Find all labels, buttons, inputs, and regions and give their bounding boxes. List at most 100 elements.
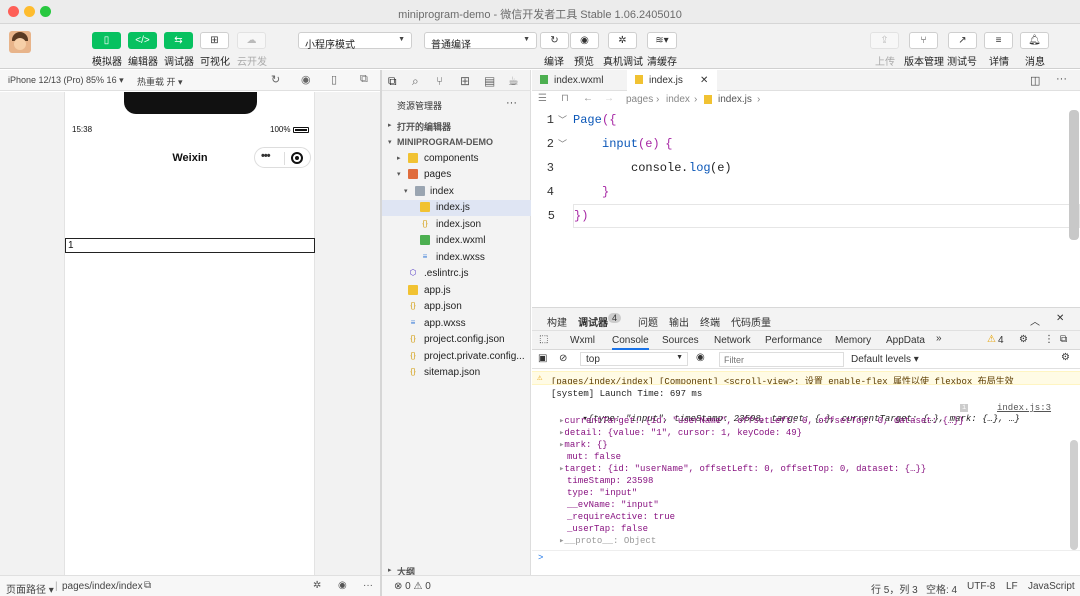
cursor-position[interactable]: 行 5，列 3 (871, 581, 918, 596)
close-panel-icon[interactable]: ✕ (1056, 313, 1064, 324)
source-link[interactable]: index.js:3 (997, 403, 1051, 413)
copy-icon[interactable]: ⧉ (144, 580, 151, 591)
breadcrumb-pages[interactable]: pages (626, 94, 653, 105)
context-select[interactable]: top ▼ (580, 352, 688, 366)
version-button[interactable]: ⑂ (909, 32, 938, 49)
inspect-icon[interactable]: ⬚ (539, 334, 548, 345)
tree-item-app-wxss[interactable]: ≡ app.wxss (382, 316, 531, 332)
eye-icon[interactable]: ◉ (696, 352, 705, 363)
popout-icon[interactable]: ⧉ (360, 73, 368, 86)
reload-icon[interactable]: ↻ (271, 73, 280, 86)
tree-item-app-js[interactable]: app.js (382, 283, 531, 299)
tree-item-pages[interactable]: ▾ pages (382, 167, 531, 183)
tab-debugger[interactable]: 调试器 (578, 314, 608, 329)
simulator-toggle-button[interactable]: ▯ (92, 32, 121, 49)
tree-item-index-wxml[interactable]: index.wxml (382, 233, 531, 249)
cloud-dev-button[interactable]: ☁ (237, 32, 266, 49)
split-editor-icon[interactable]: ◫ (1030, 74, 1040, 87)
tree-item-index-wxss[interactable]: ≡ index.wxss (382, 250, 531, 266)
console-prompt[interactable]: > (538, 553, 543, 563)
tree-item-index-folder[interactable]: ▾ index (382, 184, 531, 200)
devtab-sources[interactable]: Sources (662, 335, 699, 346)
breadcrumb-index[interactable]: index (666, 94, 690, 105)
collapse-panel-icon[interactable]: ︿ (1030, 313, 1040, 328)
more-icon[interactable]: ··· (363, 580, 373, 591)
menu-capsule[interactable]: ••• (254, 147, 311, 168)
close-miniprogram-icon[interactable] (291, 152, 303, 164)
search-icon[interactable]: ⌕ (412, 74, 419, 89)
extensions-icon[interactable]: ⊞ (460, 74, 470, 88)
prop-row[interactable]: ▸__proto__: Object (559, 536, 656, 546)
avatar[interactable] (9, 31, 31, 53)
kebab-icon[interactable]: ⋮ (1044, 334, 1054, 345)
prop-row[interactable]: ▸target: {id: "userName", offsetLeft: 0,… (559, 464, 926, 474)
device-select[interactable]: iPhone 12/13 (Pro) 85% 16 ▾ (8, 75, 124, 86)
username-input[interactable] (65, 238, 315, 253)
console-settings-icon[interactable]: ⚙ (1061, 352, 1070, 363)
forward-icon[interactable]: → (604, 93, 614, 104)
prop-row[interactable]: ▸currentTarget: {id: "userName", offsetL… (559, 416, 964, 426)
encoding-setting[interactable]: UTF-8 (967, 581, 995, 592)
tea-icon[interactable]: ☕︎ (508, 74, 519, 88)
editor-toggle-button[interactable]: </> (128, 32, 157, 49)
panel-icon[interactable]: ▤ (484, 74, 495, 88)
bug-icon[interactable]: ✲ (313, 580, 321, 591)
compile-button[interactable]: ↻ (540, 32, 569, 49)
language-mode[interactable]: JavaScript (1028, 581, 1075, 592)
tree-item-app-json[interactable]: {} app.json (382, 299, 531, 315)
close-icon[interactable]: ✕ (700, 75, 708, 86)
tree-item-sitemap[interactable]: {} sitemap.json (382, 365, 531, 381)
tree-item-project-config[interactable]: {} project.config.json (382, 332, 531, 348)
tree-item-index-json[interactable]: {} index.json (382, 217, 531, 233)
bookmark-icon[interactable]: ⊓ (561, 93, 569, 104)
eol-setting[interactable]: LF (1006, 581, 1018, 592)
console-output[interactable]: ⚠ [pages/index/index] [Component] <scrol… (532, 370, 1080, 576)
upload-button[interactable]: ⇪ (870, 32, 899, 49)
test-account-button[interactable]: ↗ (948, 32, 977, 49)
clear-console-icon[interactable]: ⊘ (559, 353, 567, 364)
devtab-wxml[interactable]: Wxml (570, 335, 595, 346)
list-icon[interactable]: ☰ (538, 93, 547, 104)
open-editors-section[interactable]: ▸ 打开的编辑器 (382, 118, 531, 134)
console-filter-input[interactable] (719, 352, 844, 367)
explorer-more-icon[interactable]: ··· (506, 97, 517, 109)
tab-code-quality[interactable]: 代码质量 (731, 314, 771, 329)
editor-more-icon[interactable]: ··· (1056, 73, 1067, 85)
hotreload-toggle[interactable]: 热重载 开 ▾ (137, 75, 183, 88)
stop-icon[interactable]: ◉ (301, 73, 311, 86)
tree-item-eslintrc[interactable]: ⬡ .eslintrc.js (382, 266, 531, 282)
more-tabs-icon[interactable]: » (936, 333, 942, 344)
debugger-toggle-button[interactable]: ⇆ (164, 32, 193, 49)
devtab-network[interactable]: Network (714, 335, 751, 346)
gear-icon[interactable]: ⚙ (1019, 334, 1028, 345)
warning-count[interactable]: 4 (998, 335, 1004, 346)
sidebar-toggle-icon[interactable]: ▣ (538, 353, 547, 364)
visual-toggle-button[interactable]: ⊞ (200, 32, 229, 49)
prop-row[interactable]: ▸detail: {value: "1", cursor: 1, keyCode… (559, 428, 802, 438)
problems-indicator[interactable]: ⊗ 0 ⚠ 0 (394, 581, 431, 592)
editor-scrollbar[interactable] (1069, 110, 1079, 240)
mode-select[interactable]: 小程序模式 ▼ (298, 32, 412, 51)
back-icon[interactable]: ← (583, 93, 593, 104)
code-editor[interactable]: 1 ﹀ Page({ 2 ﹀ input (e) { 3 console. log(… (532, 109, 1080, 307)
prop-row[interactable]: ▸mark: {} (559, 440, 608, 450)
page-path-label[interactable]: 页面路径 ▾ (6, 581, 54, 596)
devtab-memory[interactable]: Memory (835, 335, 871, 346)
devtab-appdata[interactable]: AppData (886, 335, 925, 346)
compile-select[interactable]: 普通编译 ▼ (424, 32, 537, 51)
tab-index-wxml[interactable]: index.wxml (532, 70, 624, 91)
tab-problems[interactable]: 问题 (638, 314, 658, 329)
breadcrumb-file[interactable]: index.js (718, 94, 752, 105)
devtab-performance[interactable]: Performance (765, 335, 822, 346)
preview-button[interactable]: ◉ (570, 32, 599, 49)
clear-cache-button[interactable]: ≋▾ (647, 32, 677, 49)
eye-icon[interactable]: ◉ (338, 580, 347, 591)
devtab-console[interactable]: Console (612, 335, 649, 350)
tab-terminal[interactable]: 终端 (700, 314, 720, 329)
tree-item-components[interactable]: ▸ components (382, 151, 531, 167)
project-section[interactable]: ▾ MINIPROGRAM-DEMO (382, 135, 531, 151)
tree-item-project-private-config[interactable]: {} project.private.config... (382, 349, 531, 365)
tree-item-index-js[interactable]: index.js (382, 200, 531, 216)
details-button[interactable]: ≡ (984, 32, 1013, 49)
tab-output[interactable]: 输出 (669, 314, 689, 329)
